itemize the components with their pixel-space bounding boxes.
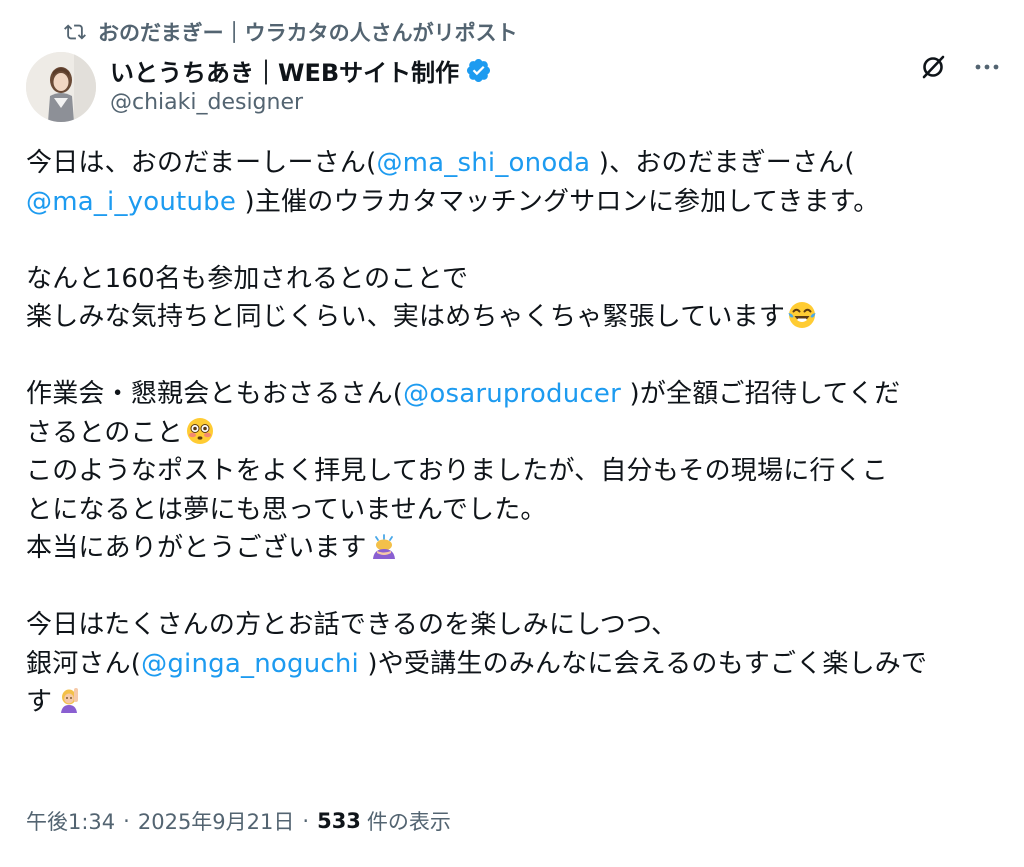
grok-icon[interactable] (918, 52, 948, 82)
repost-context[interactable]: おのだまぎー｜ウラカタの人さんがリポスト (64, 14, 518, 50)
tweet-line: 楽しみな気持ちと同じくらい、実はめちゃくちゃ緊張しています (26, 298, 1010, 337)
mention-link[interactable]: @ma_i_youtube (26, 187, 236, 217)
tweet-line: さるとのこと (26, 414, 1010, 453)
author-info: いとうちあき｜WEBサイト制作 @chiaki_designer (110, 52, 492, 115)
tweet-line: @ma_i_youtube )主催のウラカタマッチングサロンに参加してきます。 (26, 183, 1010, 222)
tweet-time[interactable]: 午後1:34 (26, 806, 115, 836)
tweet-line: なんと160名も参加されるとのことで (26, 263, 469, 294)
more-icon[interactable] (972, 52, 1002, 82)
avatar-image (26, 52, 96, 122)
verified-badge-icon (467, 58, 491, 82)
flushed-face-emoji (186, 417, 213, 444)
tweet-actions (918, 52, 1002, 82)
tweet-text-segment: )が全額ご招待してくだ (621, 379, 901, 409)
views-count: 533 (317, 809, 361, 833)
author-display-name[interactable]: いとうちあき｜WEBサイト制作 (110, 53, 459, 88)
tweet-text-segment: 銀河さん( (26, 648, 142, 679)
tweet-text-segment: )や受講生のみんなに会えるのもすごく楽しみで (358, 648, 928, 679)
repost-label[interactable]: おのだまぎー｜ウラカタの人さんがリポスト (98, 17, 518, 47)
tweet-text-segment: 本当にありがとうございます (26, 533, 367, 563)
raising-hand-woman-emoji (61, 688, 79, 713)
meta-separator: · (302, 809, 310, 833)
tears-of-joy-emoji (788, 302, 816, 328)
tweet-text-segment: 今日は、おのだまーしーさん( (26, 148, 377, 178)
tweet-line: す (26, 683, 1010, 722)
mention-link[interactable]: @ginga_noguchi (141, 649, 359, 679)
tweet-line: このようなポストをよく拝見しておりましたが、自分もその現場に行くこ (26, 456, 889, 486)
meta-separator: · (123, 809, 130, 833)
views-label: 件の表示 (366, 810, 451, 834)
mention-link[interactable]: @osaruproducer (403, 379, 621, 409)
tweet-text-segment: さるとのこと (26, 417, 183, 448)
author-handle[interactable]: @chiaki_designer (110, 90, 492, 115)
tweet-text-segment: )、おのだまぎーさん( (590, 148, 855, 178)
tweet-date[interactable]: 2025年9月21日 (138, 806, 295, 836)
tweet-line: 今日は、おのだまーしーさん(@ma_shi_onoda )、おのだまぎーさん( (26, 144, 1010, 183)
tweet-line: 本当にありがとうございます (26, 529, 1010, 568)
author-name-row: いとうちあき｜WEBサイト制作 (110, 52, 492, 88)
tweet-text-segment: )主催のウラカタマッチングサロンに参加してきます。 (236, 186, 880, 217)
tweet-line: 作業会・懇親会ともおさるさん(@osaruproducer )が全額ご招待してく… (26, 375, 1010, 414)
tweet-text-segment: 楽しみな気持ちと同じくらい、実はめちゃくちゃ緊張しています (26, 302, 786, 332)
bowing-woman-emoji (372, 534, 395, 559)
repost-icon (64, 24, 86, 40)
avatar[interactable] (26, 52, 96, 122)
tweet-line: 銀河さん(@ginga_noguchi )や受講生のみんなに会えるのもすごく楽し… (26, 645, 1010, 684)
tweet-line: とになるとは夢にも思っていませんでした。 (26, 494, 547, 525)
mention-link[interactable]: @ma_shi_onoda (376, 148, 590, 178)
tweet-text-segment: 作業会・懇親会ともおさるさん( (26, 379, 404, 409)
tweet-line: 今日はたくさんの方とお話できるのを楽しみにしつつ、 (26, 610, 678, 640)
tweet-meta: 午後1:34 · 2025年9月21日 · 533 件の表示 (26, 806, 451, 836)
tweet-text: 今日は、おのだまーしーさん(@ma_shi_onoda )、おのだまぎーさん( … (26, 144, 1010, 722)
tweet-text-segment: す (26, 687, 53, 717)
